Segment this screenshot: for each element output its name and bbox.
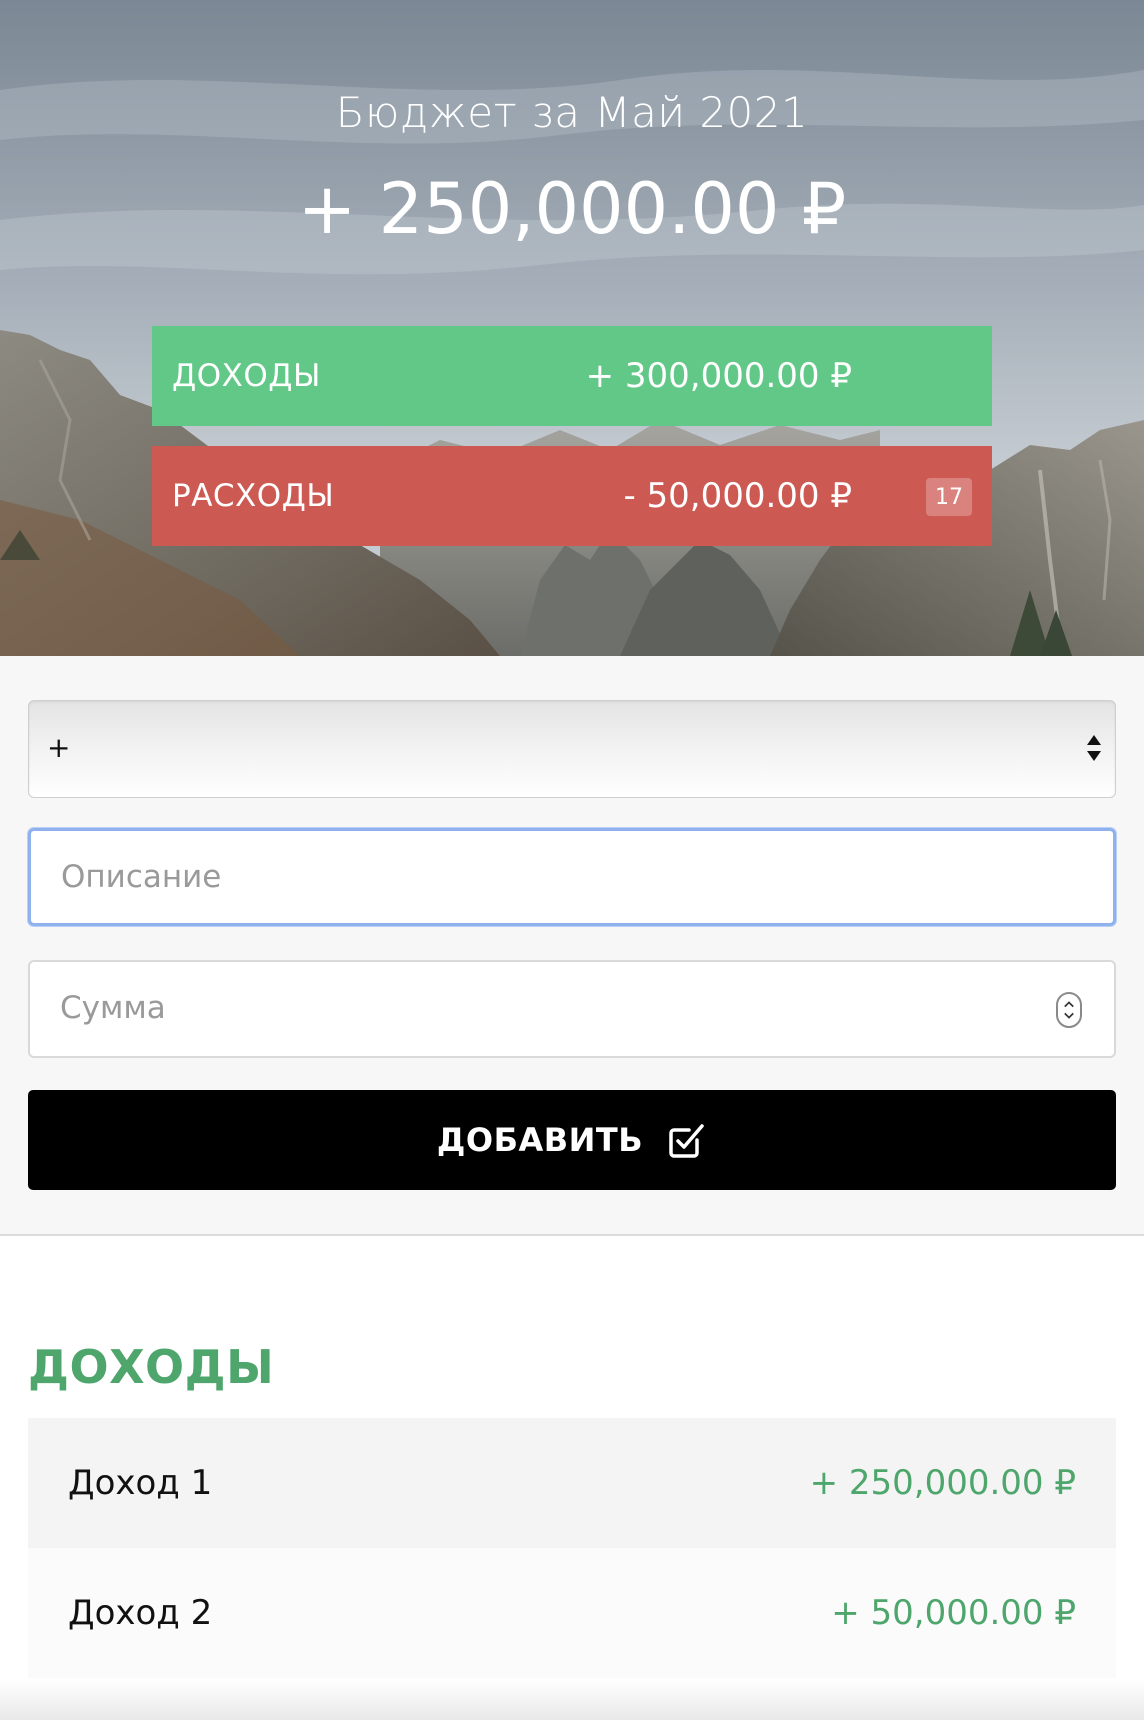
income-summary-bar: ДОХОДЫ + 300,000.00 ₽ [152,326,992,426]
add-button[interactable]: ДОБАВИТЬ [28,1090,1116,1190]
expense-summary-bar: РАСХОДЫ - 50,000.00 ₽ 17 [152,446,992,546]
amount-placeholder: Сумма [60,990,166,1026]
entry-type-select[interactable]: + [28,700,1116,798]
budget-title: Бюджет за Май 2021 [335,88,809,137]
list-item[interactable]: Доход 1 + 250,000.00 ₽ [28,1418,1116,1548]
income-section-title: ДОХОДЫ [28,1340,275,1394]
add-entry-form: + Описание Сумма ДОБАВИТЬ [0,656,1144,1236]
add-button-label: ДОБАВИТЬ [436,1121,644,1159]
description-field[interactable]: Описание [28,828,1116,926]
income-list: Доход 1 + 250,000.00 ₽ Доход 2 + 50,000.… [28,1418,1116,1678]
budget-total: + 250,000.00 ₽ [297,168,847,250]
list-item[interactable]: Доход 2 + 50,000.00 ₽ [28,1548,1116,1678]
income-item-value: + 50,000.00 ₽ [831,1593,1076,1633]
income-item-value: + 250,000.00 ₽ [809,1463,1076,1503]
number-spinner-icon[interactable] [1056,992,1082,1028]
income-item-name: Доход 2 [68,1593,213,1633]
select-arrows-icon [1087,735,1101,761]
expense-percent-badge: 17 [926,478,972,516]
income-item-name: Доход 1 [68,1463,213,1503]
income-summary-label: ДОХОДЫ [172,358,321,394]
budget-header: Бюджет за Май 2021 + 250,000.00 ₽ ДОХОДЫ… [0,0,1144,656]
entry-type-value: + [47,731,71,764]
expense-summary-label: РАСХОДЫ [172,478,335,514]
amount-field[interactable]: Сумма [28,960,1116,1058]
description-placeholder: Описание [61,859,222,895]
scroll-fade [0,1680,1144,1720]
income-summary-value: + 300,000.00 ₽ [585,356,852,396]
checkbox-edit-icon [669,1124,704,1158]
expense-summary-value: - 50,000.00 ₽ [623,476,852,516]
